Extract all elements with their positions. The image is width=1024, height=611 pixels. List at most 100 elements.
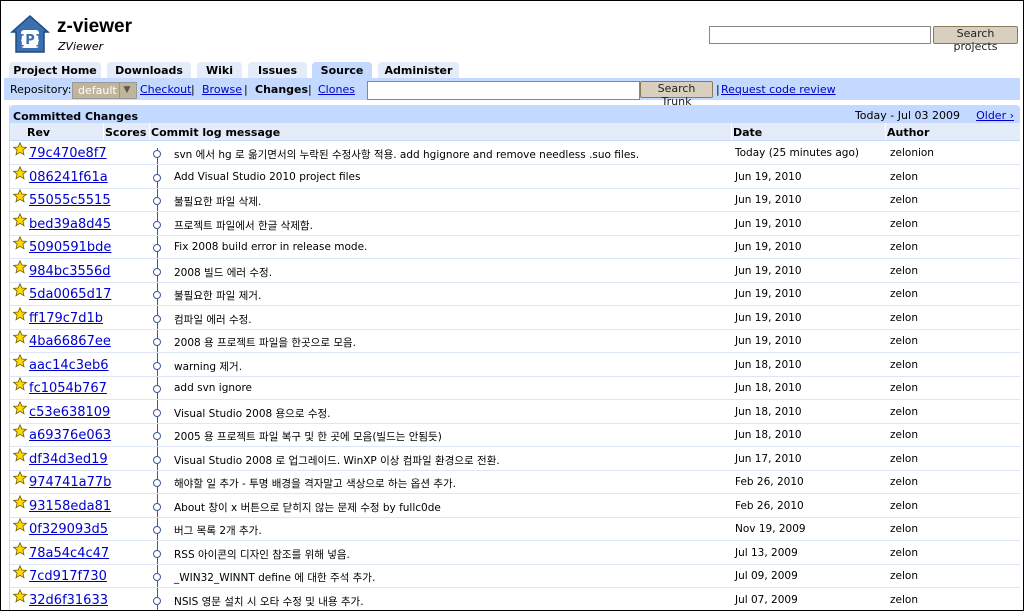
commit-author[interactable]: zelon (890, 406, 918, 418)
revision-link[interactable]: 5da0065d17 (29, 287, 111, 302)
star-icon[interactable] (13, 541, 27, 556)
tab-source[interactable]: Source (312, 62, 372, 78)
search-trunk-button[interactable]: Search Trunk (640, 81, 713, 108)
revision-link[interactable]: 78a54c4c47 (29, 546, 109, 561)
project-name[interactable]: z-viewer (57, 16, 132, 38)
commit-author[interactable]: zelon (890, 218, 918, 230)
revision-link[interactable]: 7cd917f730 (29, 569, 107, 584)
revision-link[interactable]: c53e638109 (29, 405, 110, 420)
search-projects-button[interactable]: Search projects (933, 26, 1018, 53)
revision-link[interactable]: 984bc3556d (29, 264, 111, 279)
star-icon[interactable] (13, 400, 27, 415)
star-icon[interactable] (13, 494, 27, 509)
star-icon[interactable] (13, 588, 27, 603)
project-logo-icon[interactable]: {P} (10, 14, 50, 54)
star-icon[interactable] (13, 330, 27, 344)
revision-node-icon (153, 432, 161, 440)
commit-author[interactable]: zelon (890, 453, 918, 465)
star-icon[interactable] (13, 518, 27, 532)
commit-author[interactable]: zelon (890, 382, 918, 394)
clones-link[interactable]: Clones (318, 83, 355, 96)
revision-link[interactable]: 32d6f31633 (29, 593, 108, 608)
revision-node-icon (153, 361, 161, 370)
star-icon[interactable] (13, 471, 27, 485)
tab-project-home[interactable]: Project Home (9, 62, 101, 78)
revision-link[interactable]: 55055c5515 (29, 193, 111, 208)
commit-author[interactable]: zelon (890, 476, 918, 488)
table-row: 0f329093d5 버그 목록 2개 추가. Nov 19, 2009 zelon (10, 517, 1020, 541)
request-code-review-link[interactable]: Request code review (721, 83, 836, 96)
dropdown-arrow-icon: ▼ (119, 83, 134, 98)
commit-date: Today (25 minutes ago) (735, 147, 859, 159)
commit-author[interactable]: zelon (890, 265, 918, 277)
commit-author[interactable]: zelon (890, 335, 918, 347)
commit-author[interactable]: zelon (890, 241, 918, 253)
revision-link[interactable]: fc1054b767 (29, 381, 107, 396)
star-icon[interactable] (13, 424, 27, 438)
commit-message: Visual Studio 2008 로 업그레이드. WinXP 이상 컴파일… (174, 454, 500, 467)
checkout-link[interactable]: Checkout (140, 83, 191, 96)
revision-link[interactable]: 4ba66867ee (29, 334, 111, 349)
commit-author[interactable]: zelon (890, 570, 918, 582)
table-row: 4ba66867ee 2008 용 프로젝트 파일을 한곳으로 모음. Jun 19… (10, 329, 1020, 353)
star-icon[interactable] (13, 259, 27, 274)
star-icon[interactable] (13, 447, 27, 462)
revision-link[interactable]: 93158eda81 (29, 499, 111, 514)
tab-administer[interactable]: Administer (378, 62, 459, 78)
browse-link[interactable]: Browse (202, 83, 242, 96)
commit-author[interactable]: zelon (890, 500, 918, 512)
commit-date: Jun 18, 2010 (735, 382, 802, 394)
revision-link[interactable]: 086241f61a (29, 170, 108, 185)
star-icon[interactable] (13, 236, 27, 250)
commit-date: Feb 26, 2010 (735, 499, 804, 512)
separator: | (308, 83, 312, 96)
commit-author[interactable]: zelon (890, 523, 918, 535)
commit-author[interactable]: zelon (890, 359, 918, 371)
commit-author[interactable]: zelon (890, 594, 918, 606)
star-icon[interactable] (13, 189, 27, 203)
commit-message: 불필요한 파일 삭제. (174, 196, 262, 208)
commit-author[interactable]: zelon (890, 547, 918, 559)
revision-node-icon (153, 267, 161, 276)
commit-author[interactable]: zelon (890, 429, 918, 441)
commit-message: svn 에서 hg 로 옮기면서의 누락된 수정사항 적용. add hgign… (174, 149, 640, 161)
commit-author[interactable]: zelonion (890, 147, 934, 159)
commit-author[interactable]: zelon (890, 171, 918, 183)
search-projects-input[interactable] (709, 26, 931, 44)
revision-link[interactable]: a69376e063 (29, 428, 111, 443)
revision-node-icon (153, 479, 161, 487)
star-icon[interactable] (13, 165, 27, 180)
revision-link[interactable]: ff179c7d1b (29, 311, 103, 326)
older-link[interactable]: Older › (976, 109, 1014, 122)
table-row: 5090591bde Fix 2008 build error in releas… (10, 235, 1020, 259)
star-icon[interactable] (13, 353, 27, 368)
commit-message: Visual Studio 2008 용으로 수정. (174, 407, 331, 420)
star-icon[interactable] (13, 306, 27, 321)
tab-issues[interactable]: Issues (248, 62, 307, 78)
tab-wiki[interactable]: Wiki (197, 62, 242, 78)
revision-node-icon (153, 573, 161, 581)
revision-link[interactable]: 974741a77b (29, 475, 111, 490)
col-author[interactable]: Author (887, 126, 929, 139)
col-rev[interactable]: Rev (27, 126, 50, 139)
revision-node-icon (153, 220, 161, 229)
col-date[interactable]: Date (733, 126, 762, 139)
revision-link[interactable]: 0f329093d5 (29, 522, 108, 537)
revision-link[interactable]: 5090591bde (29, 240, 111, 255)
search-trunk-input[interactable] (367, 81, 640, 100)
commit-author[interactable]: zelon (890, 288, 918, 300)
star-icon[interactable] (13, 212, 27, 227)
commit-author[interactable]: zelon (890, 194, 918, 206)
revision-link[interactable]: df34d3ed19 (29, 452, 108, 467)
commit-author[interactable]: zelon (890, 312, 918, 324)
revision-link[interactable]: 79c470e8f7 (29, 146, 107, 161)
star-icon[interactable] (13, 377, 27, 391)
tab-downloads[interactable]: Downloads (107, 62, 191, 78)
star-icon[interactable] (13, 565, 27, 579)
star-icon[interactable] (13, 283, 27, 297)
revision-link[interactable]: bed39a8d45 (29, 217, 111, 232)
revision-link[interactable]: aac14c3eb6 (29, 358, 109, 373)
repository-select[interactable]: default ▼ (72, 82, 137, 99)
revision-node-icon (153, 338, 161, 346)
star-icon[interactable] (13, 142, 27, 156)
